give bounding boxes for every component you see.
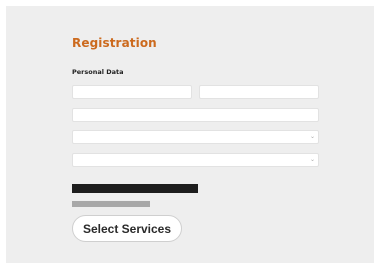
last-name-field[interactable] xyxy=(199,85,319,99)
form-title: Registration xyxy=(72,36,157,50)
redacted-text-bar xyxy=(72,184,198,193)
section-label: Personal Data xyxy=(72,68,124,76)
chevron-down-icon: ⌄ xyxy=(309,133,315,140)
address-field[interactable] xyxy=(72,108,319,122)
chevron-down-icon: ⌄ xyxy=(309,156,315,163)
first-name-field[interactable] xyxy=(72,85,192,99)
select-field-1[interactable]: ⌄ xyxy=(72,130,319,144)
redacted-subtext-bar xyxy=(72,201,150,207)
select-field-2[interactable]: ⌄ xyxy=(72,153,319,167)
select-services-button[interactable]: Select Services xyxy=(72,215,182,242)
